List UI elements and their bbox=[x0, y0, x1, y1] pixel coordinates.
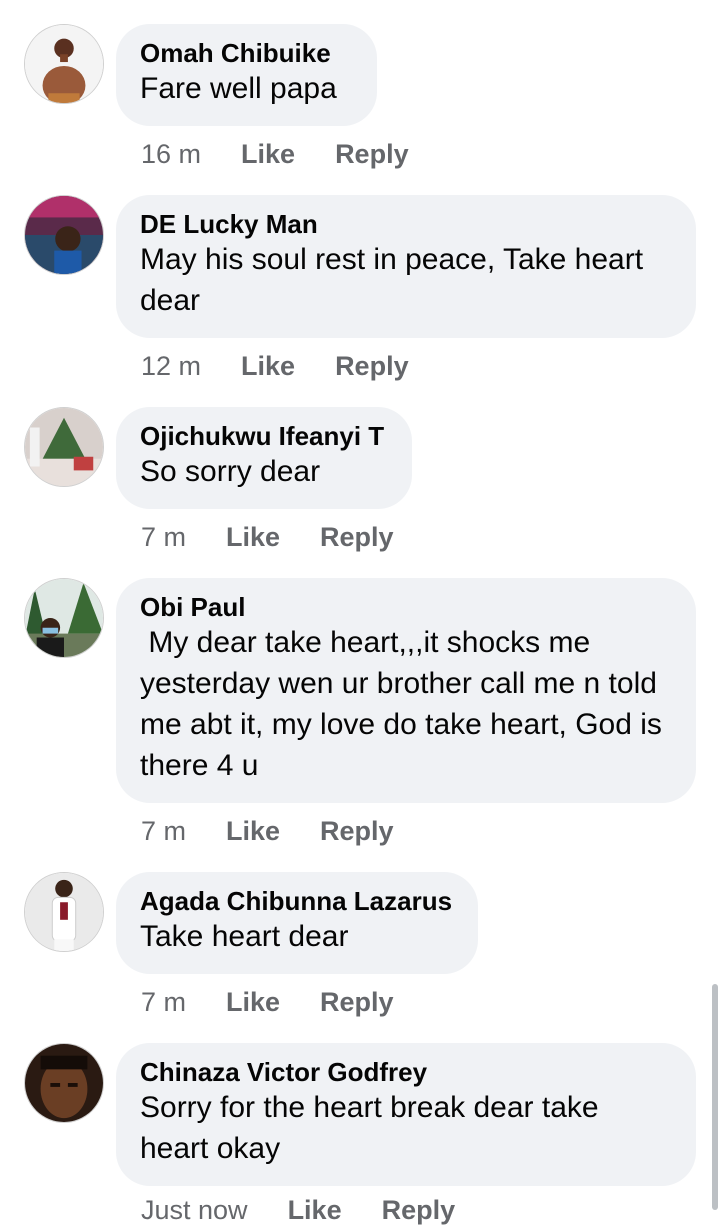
comment-actions: 12 m Like Reply bbox=[141, 350, 409, 382]
scrollbar[interactable] bbox=[712, 984, 718, 1210]
like-button[interactable]: Like bbox=[226, 521, 280, 553]
commenter-name[interactable]: DE Lucky Man bbox=[140, 209, 672, 239]
comment-bubble: Chinaza Victor Godfrey Sorry for the hea… bbox=[116, 1043, 696, 1186]
commenter-name[interactable]: Omah Chibuike bbox=[140, 38, 353, 68]
comment-text: May his soul rest in peace, Take heart d… bbox=[140, 243, 652, 317]
like-button[interactable]: Like bbox=[288, 1194, 342, 1226]
comment-timestamp[interactable]: 7 m bbox=[141, 815, 186, 847]
comment-timestamp[interactable]: 12 m bbox=[141, 350, 201, 382]
comment-bubble: Obi Paul My dear take heart,,,it shocks … bbox=[116, 578, 696, 803]
comment-actions: 16 m Like Reply bbox=[141, 138, 409, 170]
like-button[interactable]: Like bbox=[226, 986, 280, 1018]
comment-bubble: Ojichukwu Ifeanyi T So sorry dear bbox=[116, 407, 412, 509]
avatar[interactable] bbox=[24, 1043, 104, 1123]
profile-photo-icon bbox=[25, 25, 103, 103]
comment-bubble: Omah Chibuike Fare well papa bbox=[116, 24, 377, 126]
like-button[interactable]: Like bbox=[241, 138, 295, 170]
avatar[interactable] bbox=[24, 872, 104, 952]
comment-text: Fare well papa bbox=[140, 72, 337, 105]
comment-timestamp[interactable]: Just now bbox=[141, 1194, 248, 1226]
profile-photo-icon bbox=[25, 408, 103, 486]
comment-bubble: Agada Chibunna Lazarus Take heart dear bbox=[116, 872, 478, 974]
profile-photo-icon bbox=[25, 873, 103, 951]
like-button[interactable]: Like bbox=[241, 350, 295, 382]
comment-actions: 7 m Like Reply bbox=[141, 815, 394, 847]
comment-text: So sorry dear bbox=[140, 455, 321, 488]
comment-actions: 7 m Like Reply bbox=[141, 986, 394, 1018]
reply-button[interactable]: Reply bbox=[320, 521, 394, 553]
comment-timestamp[interactable]: 7 m bbox=[141, 986, 186, 1018]
avatar[interactable] bbox=[24, 578, 104, 658]
reply-button[interactable]: Reply bbox=[320, 986, 394, 1018]
comment-text: Take heart dear bbox=[140, 920, 349, 953]
reply-button[interactable]: Reply bbox=[320, 815, 394, 847]
avatar[interactable] bbox=[24, 407, 104, 487]
reply-button[interactable]: Reply bbox=[335, 350, 409, 382]
profile-photo-icon bbox=[25, 579, 103, 657]
commenter-name[interactable]: Chinaza Victor Godfrey bbox=[140, 1057, 672, 1087]
comment-bubble: DE Lucky Man May his soul rest in peace,… bbox=[116, 195, 696, 338]
profile-photo-icon bbox=[25, 1044, 103, 1122]
comment-actions: 7 m Like Reply bbox=[141, 521, 394, 553]
reply-button[interactable]: Reply bbox=[382, 1194, 456, 1226]
commenter-name[interactable]: Agada Chibunna Lazarus bbox=[140, 886, 454, 916]
comment-actions: Just now Like Reply bbox=[141, 1194, 455, 1226]
profile-photo-icon bbox=[25, 196, 103, 274]
commenter-name[interactable]: Ojichukwu Ifeanyi T bbox=[140, 421, 388, 451]
avatar[interactable] bbox=[24, 195, 104, 275]
comment-text: My dear take heart,,,it shocks me yester… bbox=[140, 626, 671, 782]
comment-text: Sorry for the heart break dear take hear… bbox=[140, 1091, 607, 1165]
avatar[interactable] bbox=[24, 24, 104, 104]
reply-button[interactable]: Reply bbox=[335, 138, 409, 170]
commenter-name[interactable]: Obi Paul bbox=[140, 592, 672, 622]
like-button[interactable]: Like bbox=[226, 815, 280, 847]
comment-timestamp[interactable]: 16 m bbox=[141, 138, 201, 170]
comment-timestamp[interactable]: 7 m bbox=[141, 521, 186, 553]
